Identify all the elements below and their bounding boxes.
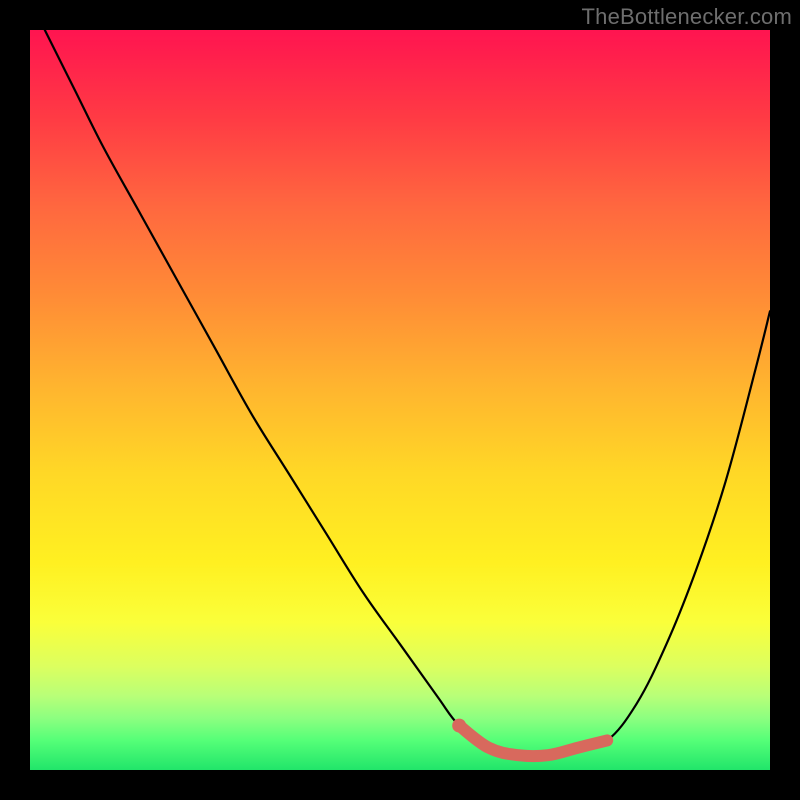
optimal-range-start-dot xyxy=(452,719,466,733)
chart-svg xyxy=(30,30,770,770)
bottleneck-curve xyxy=(45,30,770,756)
plot-area xyxy=(30,30,770,770)
optimal-range-highlight xyxy=(459,726,607,757)
watermark-label: TheBottlenecker.com xyxy=(582,4,792,30)
chart-frame: TheBottlenecker.com xyxy=(0,0,800,800)
